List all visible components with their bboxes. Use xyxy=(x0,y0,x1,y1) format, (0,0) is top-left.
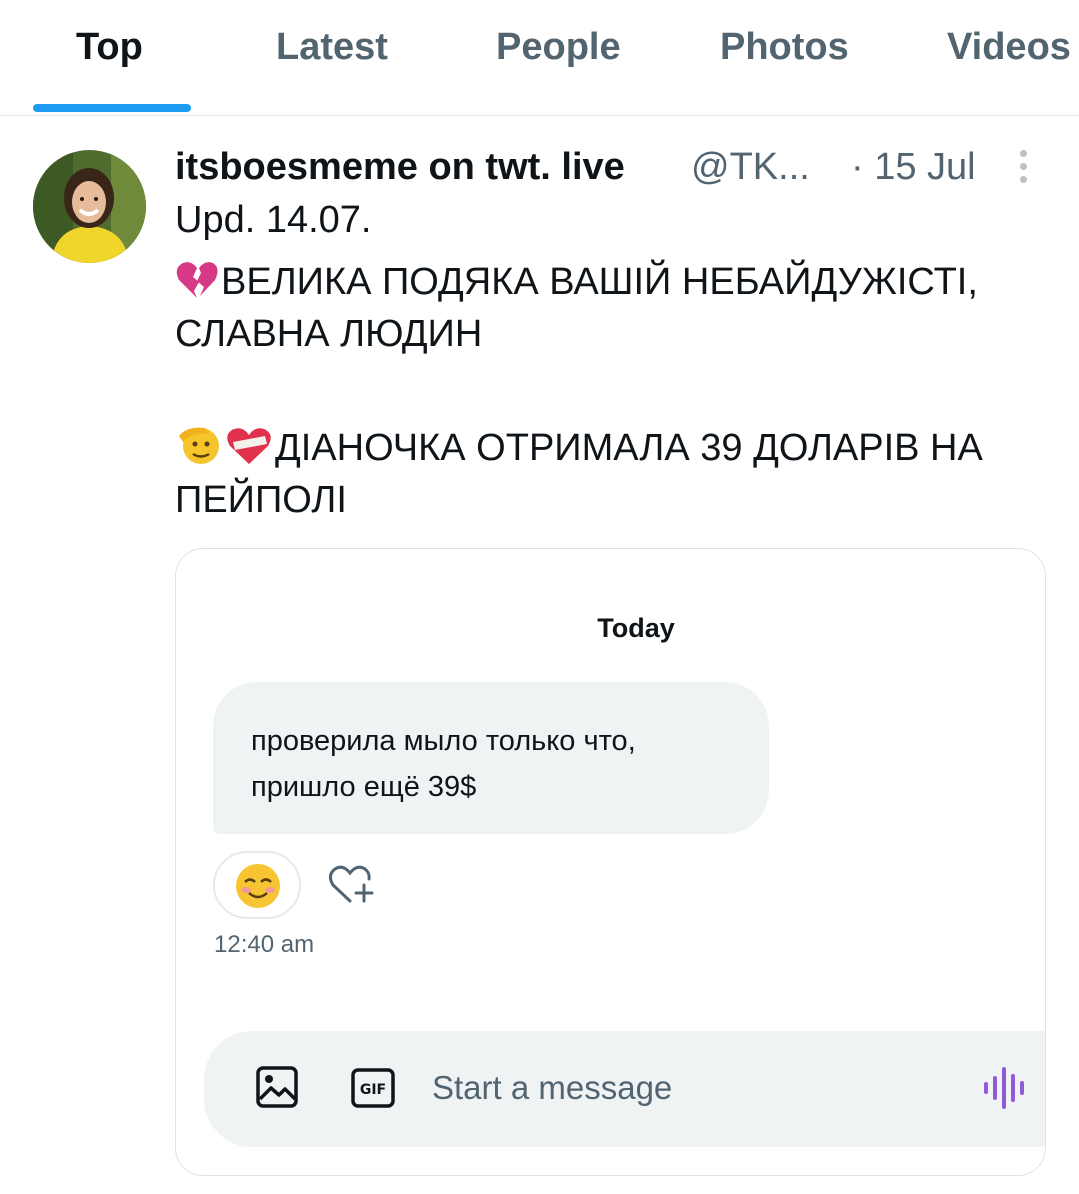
tweet-text-line-4: ДІАНОЧКА ОТРИМАЛА 39 ДОЛАРІВ НА xyxy=(175,422,1055,480)
search-tabs: Top Latest People Photos Videos xyxy=(0,0,1079,116)
message-line-1: проверила мыло только что, xyxy=(251,725,636,757)
more-icon[interactable] xyxy=(1013,148,1033,188)
mending-heart-icon xyxy=(225,426,273,480)
tweet-date[interactable]: · 15 Jul xyxy=(851,146,976,189)
attached-image[interactable]: Today проверила мыло только что, пришло … xyxy=(175,548,1046,1176)
dm-date-label: Today xyxy=(597,613,675,643)
image-icon xyxy=(255,1065,299,1109)
gif-icon: GIF xyxy=(350,1067,396,1109)
tweet-text-line-4-text: ДІАНОЧКА ОТРИМАЛА 39 ДОЛАРІВ НА xyxy=(275,427,983,469)
smiling-face-icon xyxy=(236,864,280,908)
display-name[interactable]: itsboesmeme on twt. live xyxy=(175,146,625,189)
gif-label: GIF xyxy=(360,1082,386,1098)
voice-message-icon xyxy=(980,1065,1028,1111)
tab-videos[interactable]: Videos xyxy=(947,26,1071,69)
message-composer: GIF Start a message xyxy=(204,1031,1045,1147)
tweet-header: itsboesmeme on twt. live @TK... · 15 Jul xyxy=(175,142,1055,192)
add-reaction-icon xyxy=(326,861,378,907)
broken-heart-icon xyxy=(175,260,219,314)
tweet-text-line-1: Upd. 14.07. xyxy=(175,199,372,241)
tab-photos[interactable]: Photos xyxy=(720,26,849,69)
tab-latest[interactable]: Latest xyxy=(276,26,388,69)
user-handle[interactable]: @TK... xyxy=(691,146,810,189)
avatar[interactable] xyxy=(33,150,146,263)
message-time: 12:40 am xyxy=(214,931,315,958)
tweet-text-line-2-text: ВЕЛИКА ПОДЯКА ВАШІЙ НЕБАЙДУЖІСТІ, xyxy=(221,261,978,303)
message-bubble: проверила мыло только что, пришло ещё 39… xyxy=(213,682,769,834)
reaction-chip xyxy=(213,851,301,919)
tweet-text-line-5: ПЕЙПОЛІ xyxy=(175,479,347,521)
tab-people[interactable]: People xyxy=(496,26,621,69)
active-tab-indicator xyxy=(33,104,191,112)
tab-top[interactable]: Top xyxy=(76,26,143,69)
message-placeholder: Start a message xyxy=(432,1069,673,1106)
tweet-text-line-2: ВЕЛИКА ПОДЯКА ВАШІЙ НЕБАЙДУЖІСТІ, xyxy=(175,256,1055,314)
tweet-text-line-3: СЛАВНА ЛЮДИН xyxy=(175,313,483,355)
salute-emoji-icon xyxy=(175,422,223,480)
message-line-2: пришло ещё 39$ xyxy=(251,771,477,803)
